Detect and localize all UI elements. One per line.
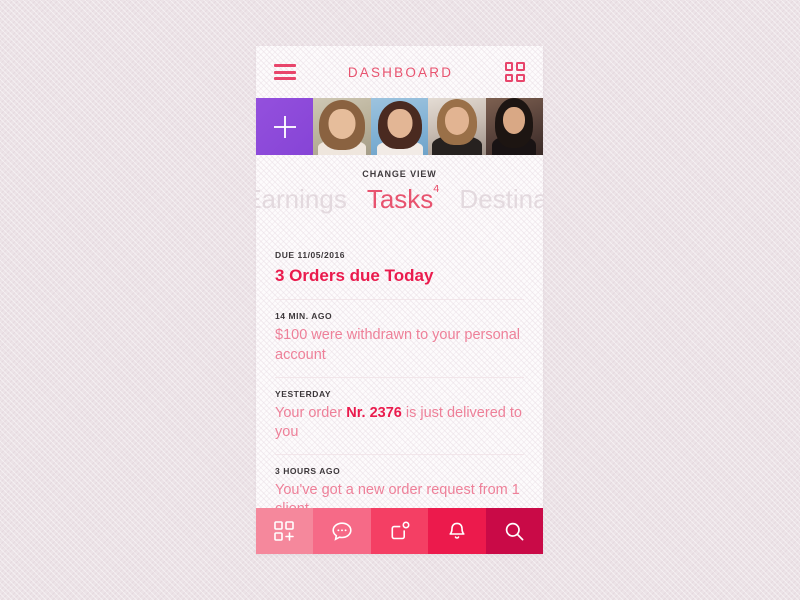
item-timestamp: YESTERDAY bbox=[275, 388, 332, 399]
add-avatar-button[interactable] bbox=[256, 98, 314, 155]
item-timestamp: DUE 11/05/2016 bbox=[275, 250, 346, 260]
avatar[interactable] bbox=[485, 98, 543, 155]
hamburger-line bbox=[274, 77, 296, 80]
avatar[interactable] bbox=[370, 98, 429, 155]
grid-cell bbox=[516, 62, 525, 71]
change-view-label: CHANGE VIEW bbox=[362, 169, 437, 179]
grid-cell bbox=[516, 73, 525, 82]
avatar-photo bbox=[313, 98, 371, 155]
avatar-photo bbox=[485, 98, 543, 155]
tab-notifications[interactable] bbox=[428, 508, 486, 554]
app-header: DASHBOARD bbox=[256, 46, 543, 98]
hamburger-line bbox=[274, 64, 296, 67]
grid-icon[interactable] bbox=[504, 62, 525, 82]
item-timestamp: 14 MIN. AGO bbox=[275, 311, 333, 322]
bottom-tab-bar bbox=[256, 508, 543, 554]
grid-plus-icon bbox=[274, 520, 295, 541]
tab-grid-plus[interactable] bbox=[256, 508, 314, 554]
chat-bubble-icon bbox=[332, 521, 352, 541]
avatar-photo bbox=[370, 98, 429, 155]
item-text: Your order Nr. 2376 is just delivered to… bbox=[275, 404, 524, 442]
avatar-photo bbox=[428, 98, 486, 155]
item-text-highlight: Nr. 2376 bbox=[346, 404, 402, 421]
list-item[interactable]: YESTERDAY Your order Nr. 2376 is just de… bbox=[275, 378, 524, 455]
view-option-destinations[interactable]: Destinat bbox=[445, 185, 543, 214]
avatar-strip bbox=[256, 98, 543, 155]
view-option-tasks-label: Tasks bbox=[366, 185, 434, 214]
phone-screen: DASHBOARD CHANGE VIEW arnings Tasks4 Des… bbox=[256, 46, 543, 554]
orders-badge-icon bbox=[391, 521, 410, 540]
list-item[interactable]: DUE 11/05/2016 3 Orders due Today bbox=[275, 239, 524, 301]
grid-cell bbox=[504, 62, 514, 71]
view-carousel[interactable]: Earnings Tasks4 Destinat bbox=[256, 185, 543, 225]
item-timestamp: 3 HOURS AGO bbox=[275, 465, 341, 476]
bell-icon bbox=[449, 522, 465, 539]
hamburger-line bbox=[274, 70, 296, 74]
list-item[interactable]: 14 MIN. AGO $100 were withdrawn to your … bbox=[275, 300, 524, 378]
view-option-tasks[interactable]: Tasks4 bbox=[361, 185, 446, 214]
hamburger-menu-icon[interactable] bbox=[274, 64, 296, 80]
grid-cell bbox=[504, 73, 514, 82]
page-title: DASHBOARD bbox=[347, 64, 454, 80]
tab-orders[interactable] bbox=[370, 508, 429, 554]
tab-search[interactable] bbox=[485, 508, 543, 554]
view-option-tasks-badge: 4 bbox=[433, 185, 440, 196]
item-text-before: Your order bbox=[275, 404, 347, 421]
avatar[interactable] bbox=[313, 98, 371, 155]
tab-messages[interactable] bbox=[313, 508, 371, 554]
item-text: $100 were withdrawn to your personal acc… bbox=[275, 326, 524, 364]
avatar[interactable] bbox=[428, 98, 486, 155]
item-text-before: $100 were withdrawn to your personal acc… bbox=[275, 327, 521, 363]
search-icon bbox=[505, 522, 524, 540]
activity-feed: DUE 11/05/2016 3 Orders due Today 14 MIN… bbox=[256, 239, 543, 554]
view-option-earnings[interactable]: Earnings bbox=[256, 185, 361, 214]
item-text: 3 Orders due Today bbox=[275, 266, 434, 285]
plus-icon bbox=[273, 115, 296, 138]
